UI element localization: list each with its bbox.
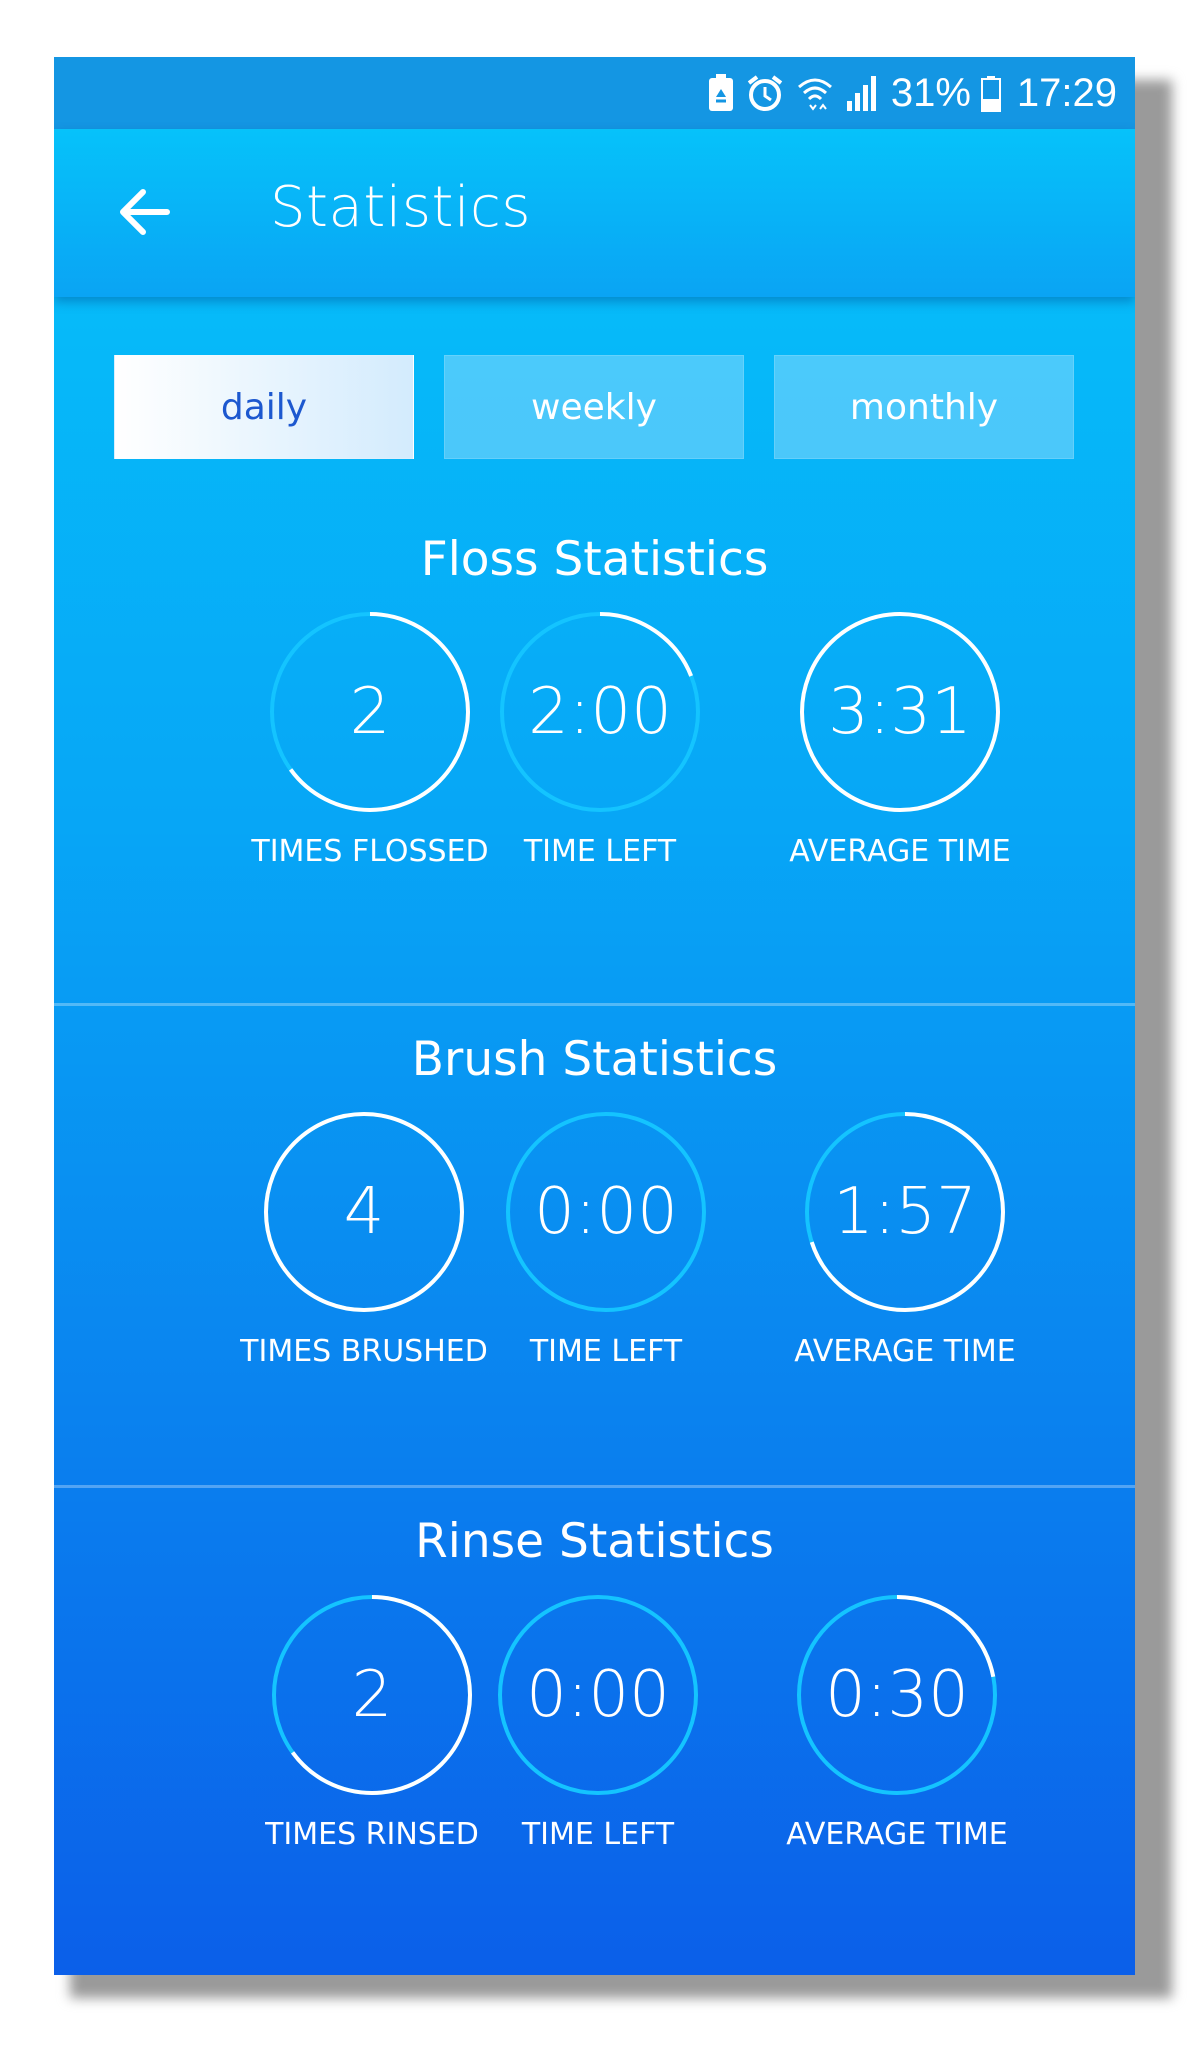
stat-label: TIME LEFT (523, 834, 677, 869)
clock: 17:29 (1016, 70, 1117, 115)
stat-label: AVERAGE TIME (789, 834, 1011, 869)
tab-daily[interactable]: daily (114, 355, 414, 459)
stat-value: 3:31 (828, 675, 972, 749)
page-title: Statistics (270, 175, 531, 240)
stat-value: 1:57 (833, 1175, 977, 1249)
status-icons: 31% 17:29 (707, 65, 1117, 121)
stat-value: 4 (343, 1175, 385, 1249)
stat-value: 2 (349, 675, 391, 749)
battery-saver-icon (707, 73, 735, 113)
section-divider (54, 1485, 1135, 1488)
stat-value: 2 (351, 1658, 393, 1732)
app-bar: Statistics (54, 129, 1135, 297)
stat-value: 2:00 (528, 675, 672, 749)
stat-label: AVERAGE TIME (794, 1334, 1016, 1369)
floss-section-title: Floss Statistics (420, 532, 769, 587)
rinse-section-title: Rinse Statistics (415, 1514, 774, 1569)
arrow-left-icon (120, 189, 170, 235)
battery-percent: 31% (890, 70, 971, 115)
tab-monthly[interactable]: monthly (774, 355, 1074, 459)
battery-icon (980, 73, 1001, 113)
status-bar: 31% 17:29 (54, 57, 1135, 129)
stat-value: 0:30 (825, 1658, 969, 1732)
phone-screen: 31% 17:29 Statistics daily weekly monthl… (54, 57, 1135, 1975)
alarm-icon (745, 73, 785, 113)
stat-value: 0:00 (526, 1658, 670, 1732)
stat-value: 0:00 (534, 1175, 678, 1249)
section-divider (54, 1003, 1135, 1006)
back-button[interactable] (109, 177, 179, 247)
stat-label: TIME LEFT (521, 1817, 675, 1852)
wifi-icon (795, 73, 835, 113)
stat-label: AVERAGE TIME (786, 1817, 1008, 1852)
brush-section-title: Brush Statistics (411, 1032, 778, 1087)
tab-weekly[interactable]: weekly (444, 355, 744, 459)
stat-label: TIME LEFT (529, 1334, 683, 1369)
signal-icon (845, 73, 881, 113)
